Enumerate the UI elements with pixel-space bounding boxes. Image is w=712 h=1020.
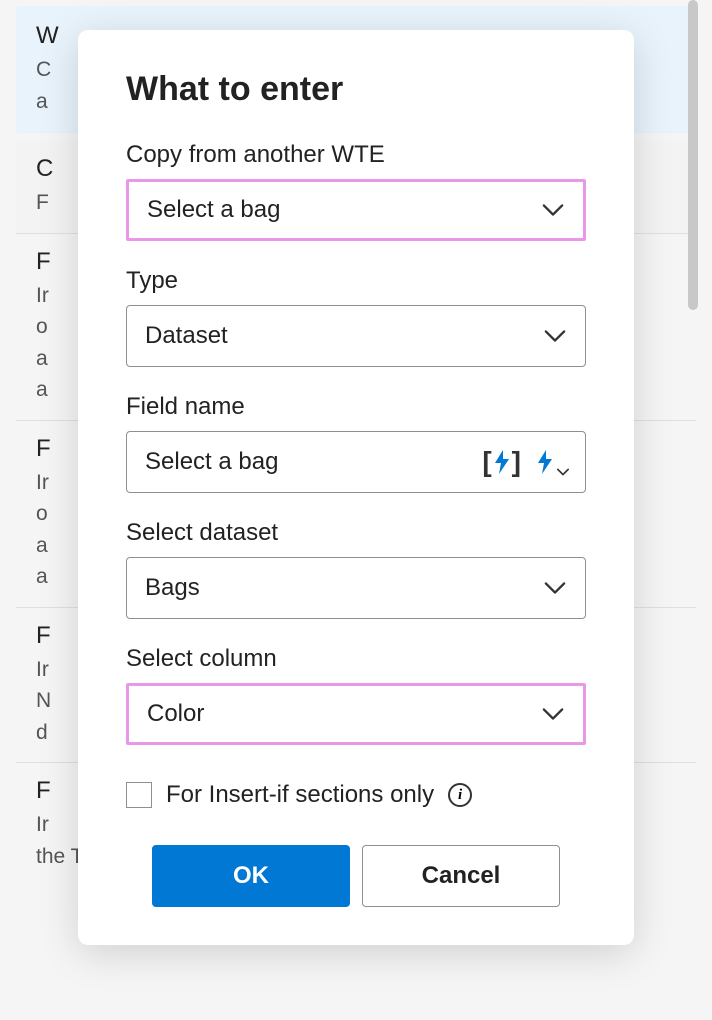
ok-button[interactable]: OK — [152, 845, 350, 907]
select-column-group: Select column Color — [126, 645, 586, 745]
chevron-down-icon — [543, 324, 567, 348]
chevron-down-icon — [557, 455, 571, 469]
field-name-group: Field name Select a bag [ ] — [126, 393, 586, 493]
field-name-input[interactable]: Select a bag [ ] — [126, 431, 586, 493]
select-column-value: Color — [147, 700, 541, 728]
chevron-down-icon — [541, 702, 565, 726]
insert-if-checkbox-label: For Insert-if sections only — [166, 781, 434, 809]
type-value: Dataset — [145, 322, 543, 350]
insert-if-checkbox[interactable] — [126, 782, 152, 808]
select-dataset-group: Select dataset Bags — [126, 519, 586, 619]
copy-from-label: Copy from another WTE — [126, 141, 586, 169]
bolt-bracket-icon[interactable]: [ ] — [482, 446, 521, 478]
field-name-label: Field name — [126, 393, 586, 421]
type-group: Type Dataset — [126, 267, 586, 367]
copy-from-value: Select a bag — [147, 196, 541, 224]
button-row: OK Cancel — [126, 845, 586, 907]
what-to-enter-modal: What to enter Copy from another WTE Sele… — [78, 30, 634, 945]
select-dataset-label: Select dataset — [126, 519, 586, 547]
chevron-down-icon — [543, 576, 567, 600]
copy-from-group: Copy from another WTE Select a bag — [126, 141, 586, 241]
select-column-select[interactable]: Color — [126, 683, 586, 745]
select-dataset-select[interactable]: Bags — [126, 557, 586, 619]
select-column-label: Select column — [126, 645, 586, 673]
cancel-button[interactable]: Cancel — [362, 845, 560, 907]
field-name-icon-group: [ ] — [482, 446, 571, 478]
field-name-value: Select a bag — [145, 448, 482, 476]
insert-if-checkbox-row: For Insert-if sections only i — [126, 781, 586, 809]
type-label: Type — [126, 267, 586, 295]
bolt-dropdown-button[interactable] — [535, 449, 571, 475]
copy-from-select[interactable]: Select a bag — [126, 179, 586, 241]
type-select[interactable]: Dataset — [126, 305, 586, 367]
modal-overlay: What to enter Copy from another WTE Sele… — [0, 0, 712, 1020]
select-dataset-value: Bags — [145, 574, 543, 602]
chevron-down-icon — [541, 198, 565, 222]
modal-title: What to enter — [126, 70, 586, 109]
info-icon[interactable]: i — [448, 783, 472, 807]
